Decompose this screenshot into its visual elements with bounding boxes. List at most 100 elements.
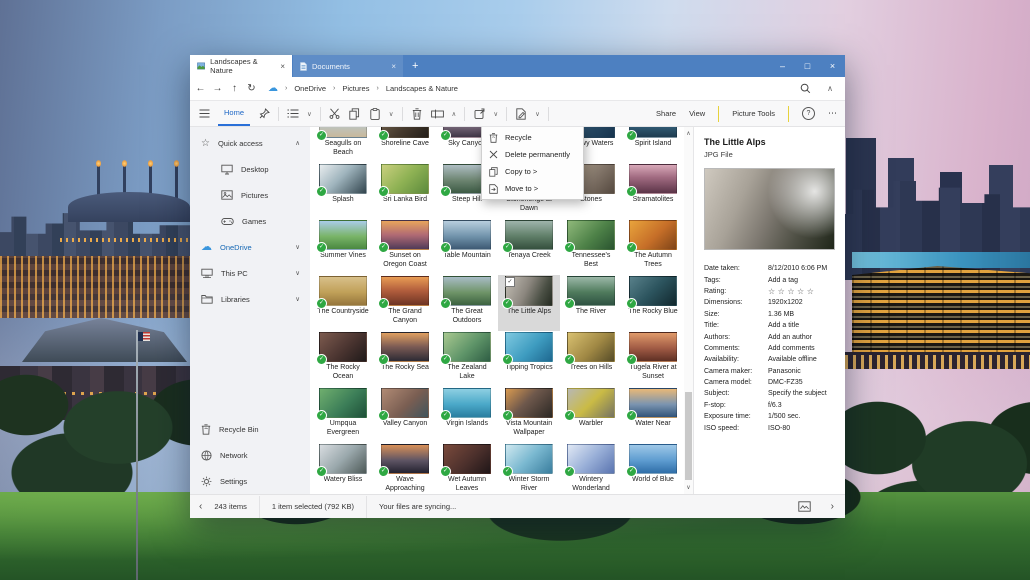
field-value[interactable]: DMC-FZ35 — [768, 379, 803, 386]
file-tile[interactable]: ✓ Shoreline Cave — [374, 127, 436, 163]
file-tile[interactable]: ✓ Table Mountain — [436, 219, 498, 275]
field-value[interactable]: Panasonic — [768, 368, 801, 375]
file-tile[interactable]: ✓ The River — [560, 275, 622, 331]
tab-home[interactable]: Home — [218, 101, 250, 126]
collapse-ribbon-icon[interactable]: ∧ — [827, 84, 833, 93]
field-value[interactable]: Add a title — [768, 322, 799, 329]
share-menu-button[interactable]: Share — [656, 109, 676, 118]
file-tile[interactable]: ✓ The Rocky Ocean — [312, 331, 374, 387]
file-tile[interactable]: ✓ The Autumn Trees — [622, 219, 684, 275]
file-tile[interactable]: ✓ Trees on Hills — [560, 331, 622, 387]
file-tile[interactable]: ✓ Spirit Island — [622, 127, 684, 163]
sidebar-item-pictures[interactable]: Pictures — [190, 182, 310, 208]
sidebar-item-onedrive[interactable]: ☁ OneDrive ∨ — [190, 234, 310, 260]
field-value[interactable]: ISO-80 — [768, 425, 790, 432]
back-button[interactable]: ← — [192, 83, 209, 94]
sidebar-item-desktop[interactable]: Desktop — [190, 156, 310, 182]
breadcrumb-onedrive[interactable]: OneDrive — [294, 84, 326, 93]
scroll-up-arrow[interactable]: ∧ — [684, 130, 693, 137]
sidebar-item-settings[interactable]: Settings — [190, 468, 310, 494]
field-value[interactable]: Add comments — [768, 345, 815, 352]
file-tile[interactable]: ✓ Vista Mountain Wallpaper — [498, 387, 560, 443]
file-tile[interactable]: ✓ The Grand Canyon — [374, 275, 436, 331]
scroll-down-arrow[interactable]: ∨ — [684, 484, 693, 491]
previous-item-icon[interactable]: ‹ — [199, 501, 202, 512]
chevron-down-icon[interactable]: ∨ — [389, 110, 394, 118]
menu-icon[interactable] — [198, 109, 210, 118]
cut-icon[interactable] — [329, 108, 341, 119]
more-options-icon[interactable]: ⋯ — [828, 108, 837, 119]
file-tile[interactable]: ✓ Wet Autumn Leaves — [436, 443, 498, 494]
chevron-up-icon-open-menu[interactable]: ∧ — [452, 110, 457, 118]
up-button[interactable]: ↑ — [226, 83, 243, 94]
file-tile[interactable]: ✓ Watery Bliss — [312, 443, 374, 494]
field-value[interactable]: 1920x1202 — [768, 299, 803, 306]
search-icon[interactable] — [800, 83, 811, 94]
menu-item-delete-permanently[interactable]: Delete permanently — [482, 146, 583, 163]
file-tile[interactable]: ✓ ✓ The Little Alps — [498, 275, 560, 331]
edit-document-icon[interactable] — [515, 108, 527, 120]
field-value[interactable]: Available offline — [768, 356, 817, 363]
new-tab-button[interactable]: + — [403, 55, 427, 77]
paste-icon[interactable] — [369, 108, 381, 120]
field-value[interactable]: Add an author — [768, 334, 812, 341]
file-tile[interactable]: ✓ Sunset on Oregon Coast — [374, 219, 436, 275]
share-item-icon[interactable] — [473, 108, 485, 119]
refresh-button[interactable]: ↻ — [243, 83, 260, 94]
file-tile[interactable]: ✓ Valley Canyon — [374, 387, 436, 443]
file-tile[interactable]: ✓ The Countryside — [312, 275, 374, 331]
field-value[interactable]: 1.36 MB — [768, 311, 794, 318]
selection-checkbox[interactable]: ✓ — [505, 277, 515, 287]
forward-button[interactable]: → — [209, 83, 226, 94]
field-value[interactable]: Specify the subject — [768, 390, 827, 397]
file-tile[interactable]: ✓ Virgin Islands — [436, 387, 498, 443]
chevron-down-icon[interactable]: ∨ — [295, 243, 300, 251]
field-value[interactable]: Add a tag — [768, 277, 798, 284]
file-tile[interactable]: ✓ World of Blue — [622, 443, 684, 494]
file-tile[interactable]: ✓ Tenaya Creek — [498, 219, 560, 275]
tab-close-icon[interactable]: × — [280, 62, 285, 71]
delete-icon[interactable] — [411, 108, 423, 120]
thumbnail-view-icon[interactable] — [798, 501, 811, 512]
file-tile[interactable]: ✓ Splash — [312, 163, 374, 219]
sidebar-item-libraries[interactable]: Libraries ∨ — [190, 286, 310, 312]
vertical-scrollbar[interactable]: ∧ ∨ — [684, 127, 693, 494]
sidebar-item-recycle-bin[interactable]: Recycle Bin — [190, 416, 310, 442]
close-button[interactable]: × — [820, 55, 845, 77]
file-tile[interactable]: ✓ Summer Vines — [312, 219, 374, 275]
help-icon[interactable]: ? — [802, 107, 815, 120]
sidebar-item-network[interactable]: Network — [190, 442, 310, 468]
chevron-down-icon[interactable]: ∨ — [493, 110, 498, 118]
chevron-down-icon[interactable]: ∨ — [535, 110, 540, 118]
file-tile[interactable]: ✓ Umpqua Evergreen — [312, 387, 374, 443]
file-tile[interactable]: ✓ Winter Storm River — [498, 443, 560, 494]
chevron-up-icon[interactable]: ∧ — [295, 139, 300, 147]
field-value[interactable]: 8/12/2010 6:06 PM — [768, 265, 827, 272]
file-tile[interactable]: ✓ Wave Approaching — [374, 443, 436, 494]
breadcrumb-current-folder[interactable]: Landscapes & Nature — [386, 84, 458, 93]
onedrive-cloud-icon[interactable]: ☁ — [268, 84, 278, 94]
scrollbar-thumb[interactable] — [685, 392, 692, 480]
menu-item-copy-to[interactable]: Copy to > — [482, 163, 583, 180]
field-value[interactable]: 1/500 sec. — [768, 413, 800, 420]
file-tile[interactable]: ✓ Stramatolites — [622, 163, 684, 219]
tab-landscapes-nature[interactable]: Landscapes & Nature × — [190, 55, 292, 77]
copy-icon[interactable] — [349, 108, 361, 120]
view-menu-button[interactable]: View — [689, 109, 705, 118]
file-tile[interactable]: ✓ Tugela River at Sunset — [622, 331, 684, 387]
rename-icon[interactable] — [431, 109, 444, 119]
tab-close-icon[interactable]: × — [391, 62, 396, 71]
file-tile[interactable]: ✓ Warbler — [560, 387, 622, 443]
file-tile[interactable]: ✓ The Rocky Blue — [622, 275, 684, 331]
file-tile[interactable]: ✓ The Great Outdoors — [436, 275, 498, 331]
sidebar-item-quick-access[interactable]: ☆ Quick access ∧ — [190, 130, 310, 156]
chevron-down-icon[interactable]: ∨ — [295, 269, 300, 277]
breadcrumb-pictures[interactable]: Pictures — [342, 84, 369, 93]
sidebar-item-this-pc[interactable]: This PC ∨ — [190, 260, 310, 286]
file-tile[interactable]: ✓ The Zealand Lake — [436, 331, 498, 387]
chevron-down-icon[interactable]: ∨ — [295, 295, 300, 303]
file-tile[interactable]: ✓ Water Near — [622, 387, 684, 443]
menu-item-move-to[interactable]: Move to > — [482, 180, 583, 197]
field-value[interactable]: ☆☆☆☆☆ — [768, 287, 816, 296]
tab-documents[interactable]: Documents × — [293, 55, 403, 77]
